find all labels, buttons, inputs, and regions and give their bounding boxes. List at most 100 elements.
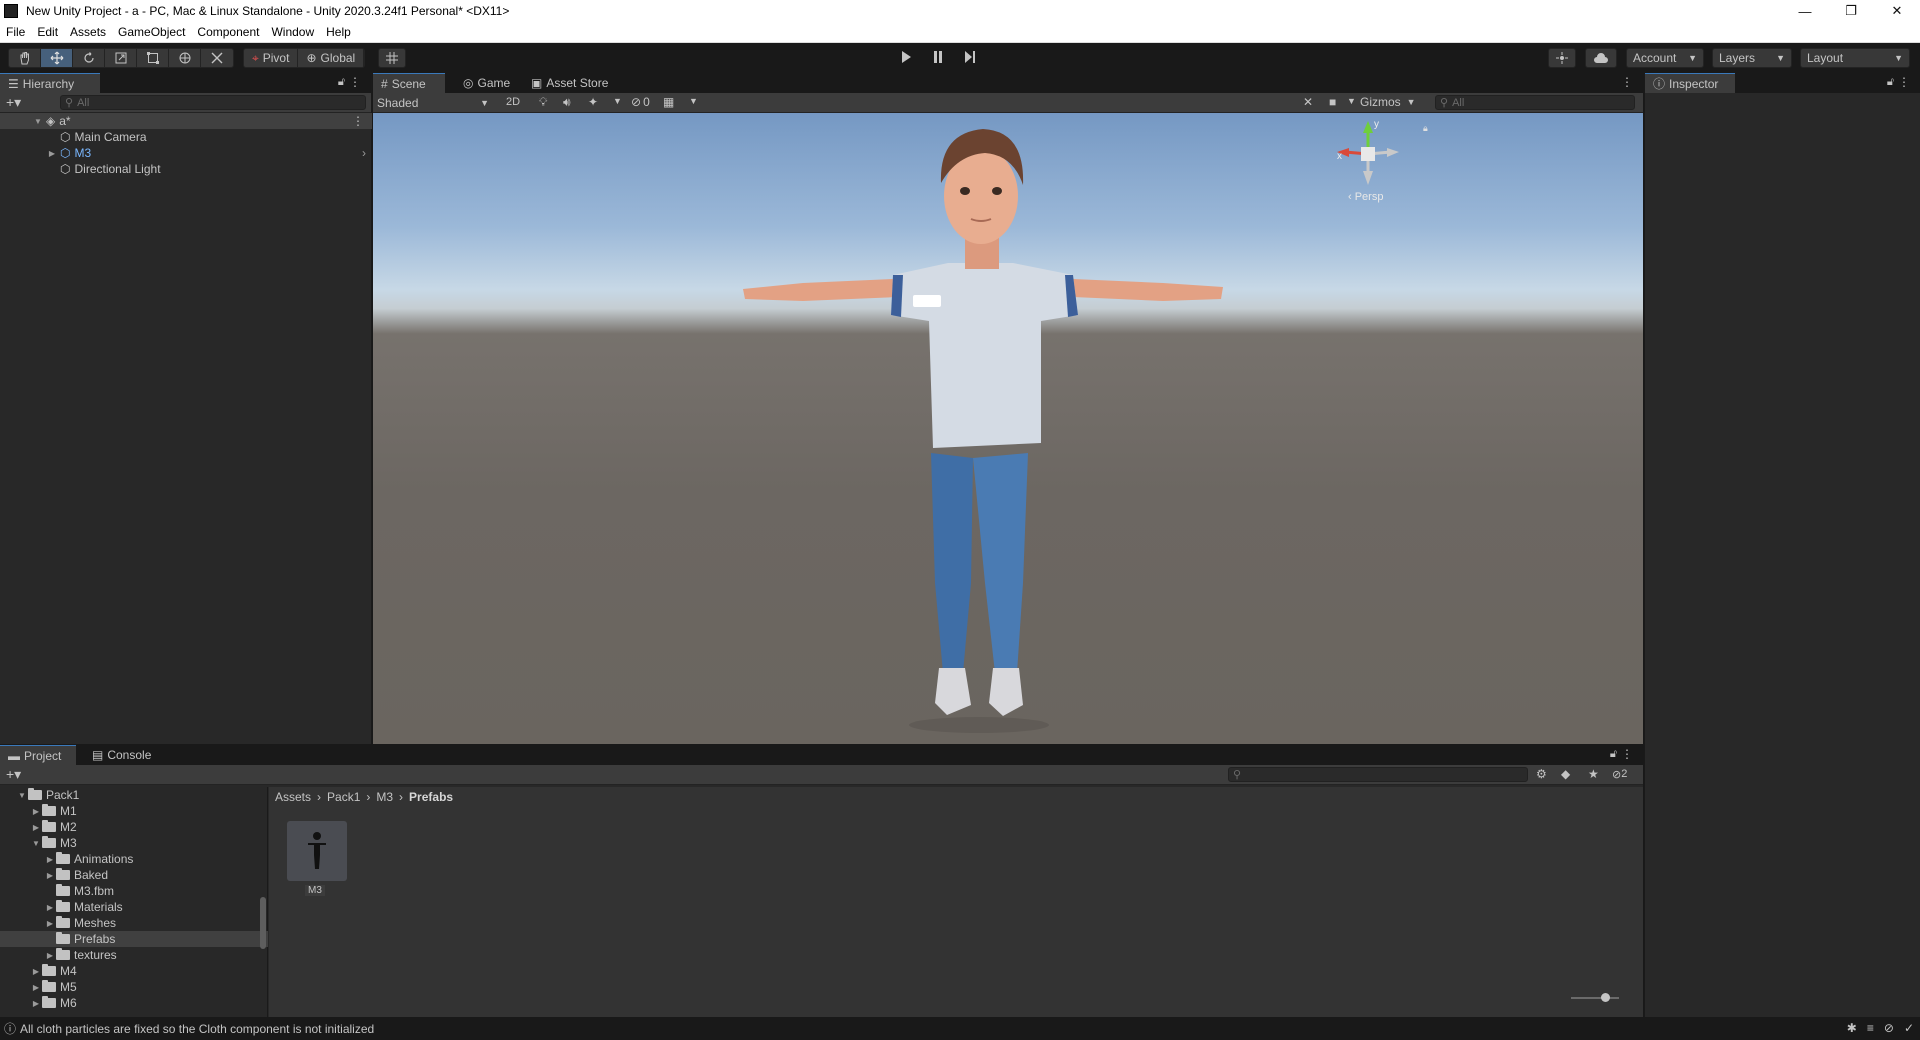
folder-row-pack1[interactable]: ▼ Pack1 <box>0 787 268 803</box>
status-message[interactable]: All cloth particles are fixed so the Clo… <box>20 1022 374 1036</box>
tab-scene[interactable]: # Scene <box>373 73 445 93</box>
audio-icon[interactable]: 🔊︎ <box>563 95 571 110</box>
minimize-button[interactable]: — <box>1782 0 1828 22</box>
expand-arrow-icon[interactable]: ▶ <box>30 823 42 832</box>
lock-icon[interactable]: 🔓︎ <box>1610 748 1617 761</box>
expand-arrow-icon[interactable]: ▼ <box>32 117 44 126</box>
hand-tool-icon[interactable] <box>9 49 41 67</box>
maximize-button[interactable]: ❐ <box>1828 0 1874 22</box>
grid-snapping-icon[interactable] <box>379 49 405 67</box>
global-toggle[interactable]: ⊕ Global <box>298 49 365 67</box>
asset-label[interactable]: M3 <box>305 885 325 896</box>
menu-file[interactable]: File <box>0 25 31 39</box>
2d-toggle[interactable]: 2D <box>506 96 520 108</box>
breadcrumb-pack1[interactable]: Pack1 <box>327 790 360 804</box>
move-tool-icon[interactable] <box>41 49 73 67</box>
zoom-slider[interactable] <box>1571 997 1619 999</box>
folder-row-m2[interactable]: ▶ M2 <box>0 819 268 835</box>
scene-menu-icon[interactable]: ⋮ <box>352 114 364 128</box>
zoom-slider-thumb[interactable] <box>1601 993 1610 1002</box>
tab-game[interactable]: ◎ Game <box>455 73 518 93</box>
shading-mode-dropdown[interactable]: Shaded ▼ <box>377 95 489 111</box>
pause-icon[interactable] <box>922 48 954 66</box>
account-dropdown[interactable]: Account ▼ <box>1626 48 1704 68</box>
scale-tool-icon[interactable] <box>105 49 137 67</box>
rect-tool-icon[interactable] <box>137 49 169 67</box>
cloud-icon[interactable] <box>1586 49 1616 67</box>
auto-generate-lighting-icon[interactable]: ⊘ <box>1884 1021 1894 1035</box>
more-options-icon[interactable]: ⋮ <box>1621 75 1633 89</box>
scene-row[interactable]: ▼ ◈ a* ⋮ <box>0 113 372 129</box>
folder-row-m3[interactable]: ▼ M3 <box>0 835 268 851</box>
hierarchy-search-input[interactable]: ⚲ All <box>60 95 366 110</box>
debug-bug-icon[interactable]: ✱ <box>1847 1021 1857 1035</box>
folder-row-materials[interactable]: ▶ Materials <box>0 899 268 915</box>
layout-dropdown[interactable]: Layout ▼ <box>1800 48 1910 68</box>
hidden-packages-toggle[interactable]: ⊘ 2 <box>1612 768 1627 781</box>
tab-hierarchy[interactable]: ☰ Hierarchy <box>0 73 100 93</box>
folder-row-prefabs[interactable]: Prefabs <box>0 931 268 947</box>
expand-arrow-icon[interactable]: ▶ <box>44 903 56 912</box>
menu-component[interactable]: Component <box>191 25 265 39</box>
orientation-gizmo[interactable] <box>1333 119 1403 189</box>
tools-icon[interactable]: ✕ <box>1303 95 1313 109</box>
rotate-tool-icon[interactable] <box>73 49 105 67</box>
more-options-icon[interactable]: ⋮ <box>349 75 361 89</box>
close-button[interactable]: ✕ <box>1874 0 1920 22</box>
collab-icon[interactable] <box>1549 49 1575 67</box>
folder-row-textures[interactable]: ▶ textures <box>0 947 268 963</box>
folder-row-animations[interactable]: ▶ Animations <box>0 851 268 867</box>
progress-check-icon[interactable]: ✓ <box>1904 1021 1914 1035</box>
favorites-star-icon[interactable]: ★ <box>1588 767 1599 781</box>
character-model[interactable] <box>373 113 1643 744</box>
expand-arrow-icon[interactable]: ▼ <box>16 791 28 800</box>
breadcrumb-m3[interactable]: M3 <box>376 790 393 804</box>
hierarchy-item-directional-light[interactable]: ⬡ Directional Light <box>0 161 372 177</box>
custom-tool-icon[interactable] <box>201 49 233 67</box>
expand-arrow-icon[interactable]: ▶ <box>46 149 58 158</box>
menu-gameobject[interactable]: GameObject <box>112 25 191 39</box>
more-options-icon[interactable]: ⋮ <box>1898 75 1910 89</box>
menu-edit[interactable]: Edit <box>31 25 64 39</box>
expand-arrow-icon[interactable]: ▶ <box>44 951 56 960</box>
add-object-button[interactable]: +▾ <box>6 94 21 111</box>
hierarchy-item-main-camera[interactable]: ⬡ Main Camera <box>0 129 372 145</box>
play-icon[interactable] <box>890 48 922 66</box>
transform-tool-icon[interactable] <box>169 49 201 67</box>
folder-row-m1[interactable]: ▶ M1 <box>0 803 268 819</box>
step-icon[interactable] <box>954 48 986 66</box>
expand-arrow-icon[interactable]: ▶ <box>30 807 42 816</box>
lock-icon[interactable]: 🔓︎ <box>338 76 345 89</box>
layers-dropdown[interactable]: Layers ▼ <box>1712 48 1792 68</box>
more-options-icon[interactable]: ⋮ <box>1621 747 1633 761</box>
folder-row-meshes[interactable]: ▶ Meshes <box>0 915 268 931</box>
tab-asset-store[interactable]: ▣ Asset Store <box>523 73 616 93</box>
tab-console[interactable]: ▤ Console <box>84 745 159 765</box>
gizmos-dropdown[interactable]: Gizmos ▼ <box>1360 95 1416 109</box>
search-by-label-icon[interactable]: ◆ <box>1561 767 1570 781</box>
folder-row-baked[interactable]: ▶ Baked <box>0 867 268 883</box>
menu-assets[interactable]: Assets <box>64 25 112 39</box>
camera-icon[interactable]: ■ <box>1329 95 1336 109</box>
effects-icon[interactable]: ✦ <box>588 95 598 109</box>
create-asset-button[interactable]: +▾ <box>6 766 21 783</box>
folder-row-m3-fbm[interactable]: M3.fbm <box>0 883 268 899</box>
hierarchy-item-m3[interactable]: ▶ ⬡ M3 › <box>0 145 372 161</box>
expand-arrow-icon[interactable]: ▼ <box>30 839 42 848</box>
folder-row-m6[interactable]: ▶ M6 <box>0 995 268 1011</box>
lock-icon[interactable]: 🔓︎ <box>1887 76 1894 89</box>
chevron-right-icon[interactable]: › <box>362 146 366 160</box>
folder-row-m5[interactable]: ▶ M5 <box>0 979 268 995</box>
scene-viewport[interactable]: y x 🔒︎ ‹ Persp <box>373 113 1643 744</box>
menu-window[interactable]: Window <box>265 25 320 39</box>
tree-scrollbar[interactable] <box>260 897 266 949</box>
menu-help[interactable]: Help <box>320 25 357 39</box>
scene-search-input[interactable]: ⚲ All <box>1435 95 1635 110</box>
expand-arrow-icon[interactable]: ▶ <box>30 967 42 976</box>
scene-visibility-toggle[interactable]: ⊘ 0 <box>631 95 650 109</box>
expand-arrow-icon[interactable]: ▶ <box>30 999 42 1008</box>
project-search-input[interactable]: ⚲ <box>1228 767 1528 782</box>
chevron-down-icon[interactable]: ▼ <box>689 96 698 106</box>
chevron-down-icon[interactable]: ▼ <box>1347 96 1356 106</box>
pivot-toggle[interactable]: ⌖ Pivot <box>244 49 299 67</box>
